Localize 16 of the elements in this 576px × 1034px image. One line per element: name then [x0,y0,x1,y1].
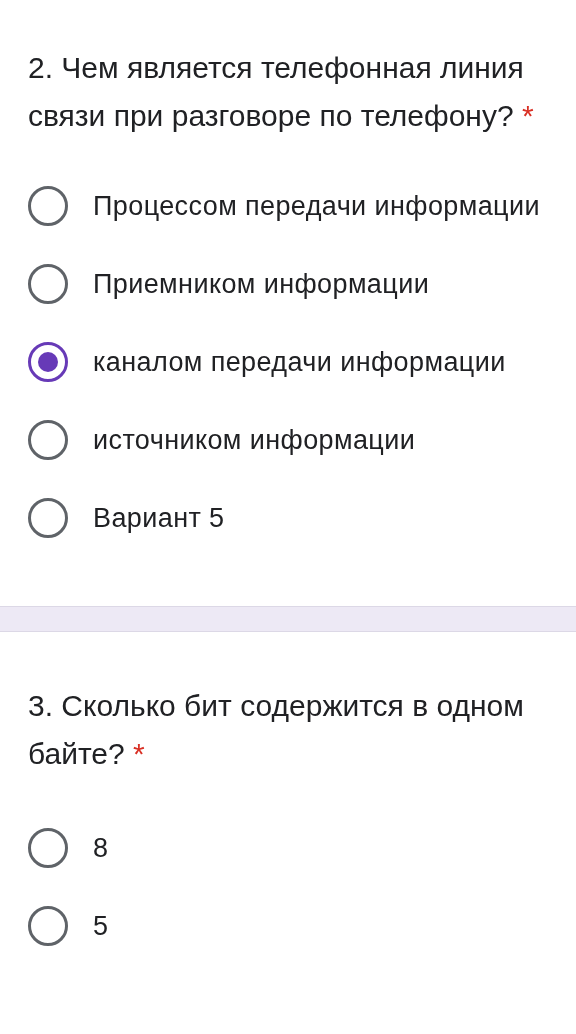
option-label[interactable]: Приемником информации [93,264,448,304]
option-label[interactable]: Процессом передачи информации [93,186,558,226]
radio-button[interactable] [28,420,68,460]
option-label[interactable]: 8 [93,828,127,868]
option-label[interactable]: 5 [93,906,127,946]
radio-button[interactable] [28,828,68,868]
radio-button[interactable] [28,264,68,304]
radio-button[interactable] [28,498,68,538]
option-label[interactable]: источником информации [93,420,434,460]
radio-button[interactable] [28,906,68,946]
radio-button[interactable] [28,342,68,382]
option-label[interactable]: Вариант 5 [93,498,243,538]
radio-button[interactable] [28,186,68,226]
question-title: 3. Сколько бит содержится в одном байте? * [28,688,525,772]
question-title: 2. Чем является телефонная линия связи при разговоре по телефону? * [28,50,535,134]
option-label[interactable]: каналом передачи информации [93,342,524,382]
